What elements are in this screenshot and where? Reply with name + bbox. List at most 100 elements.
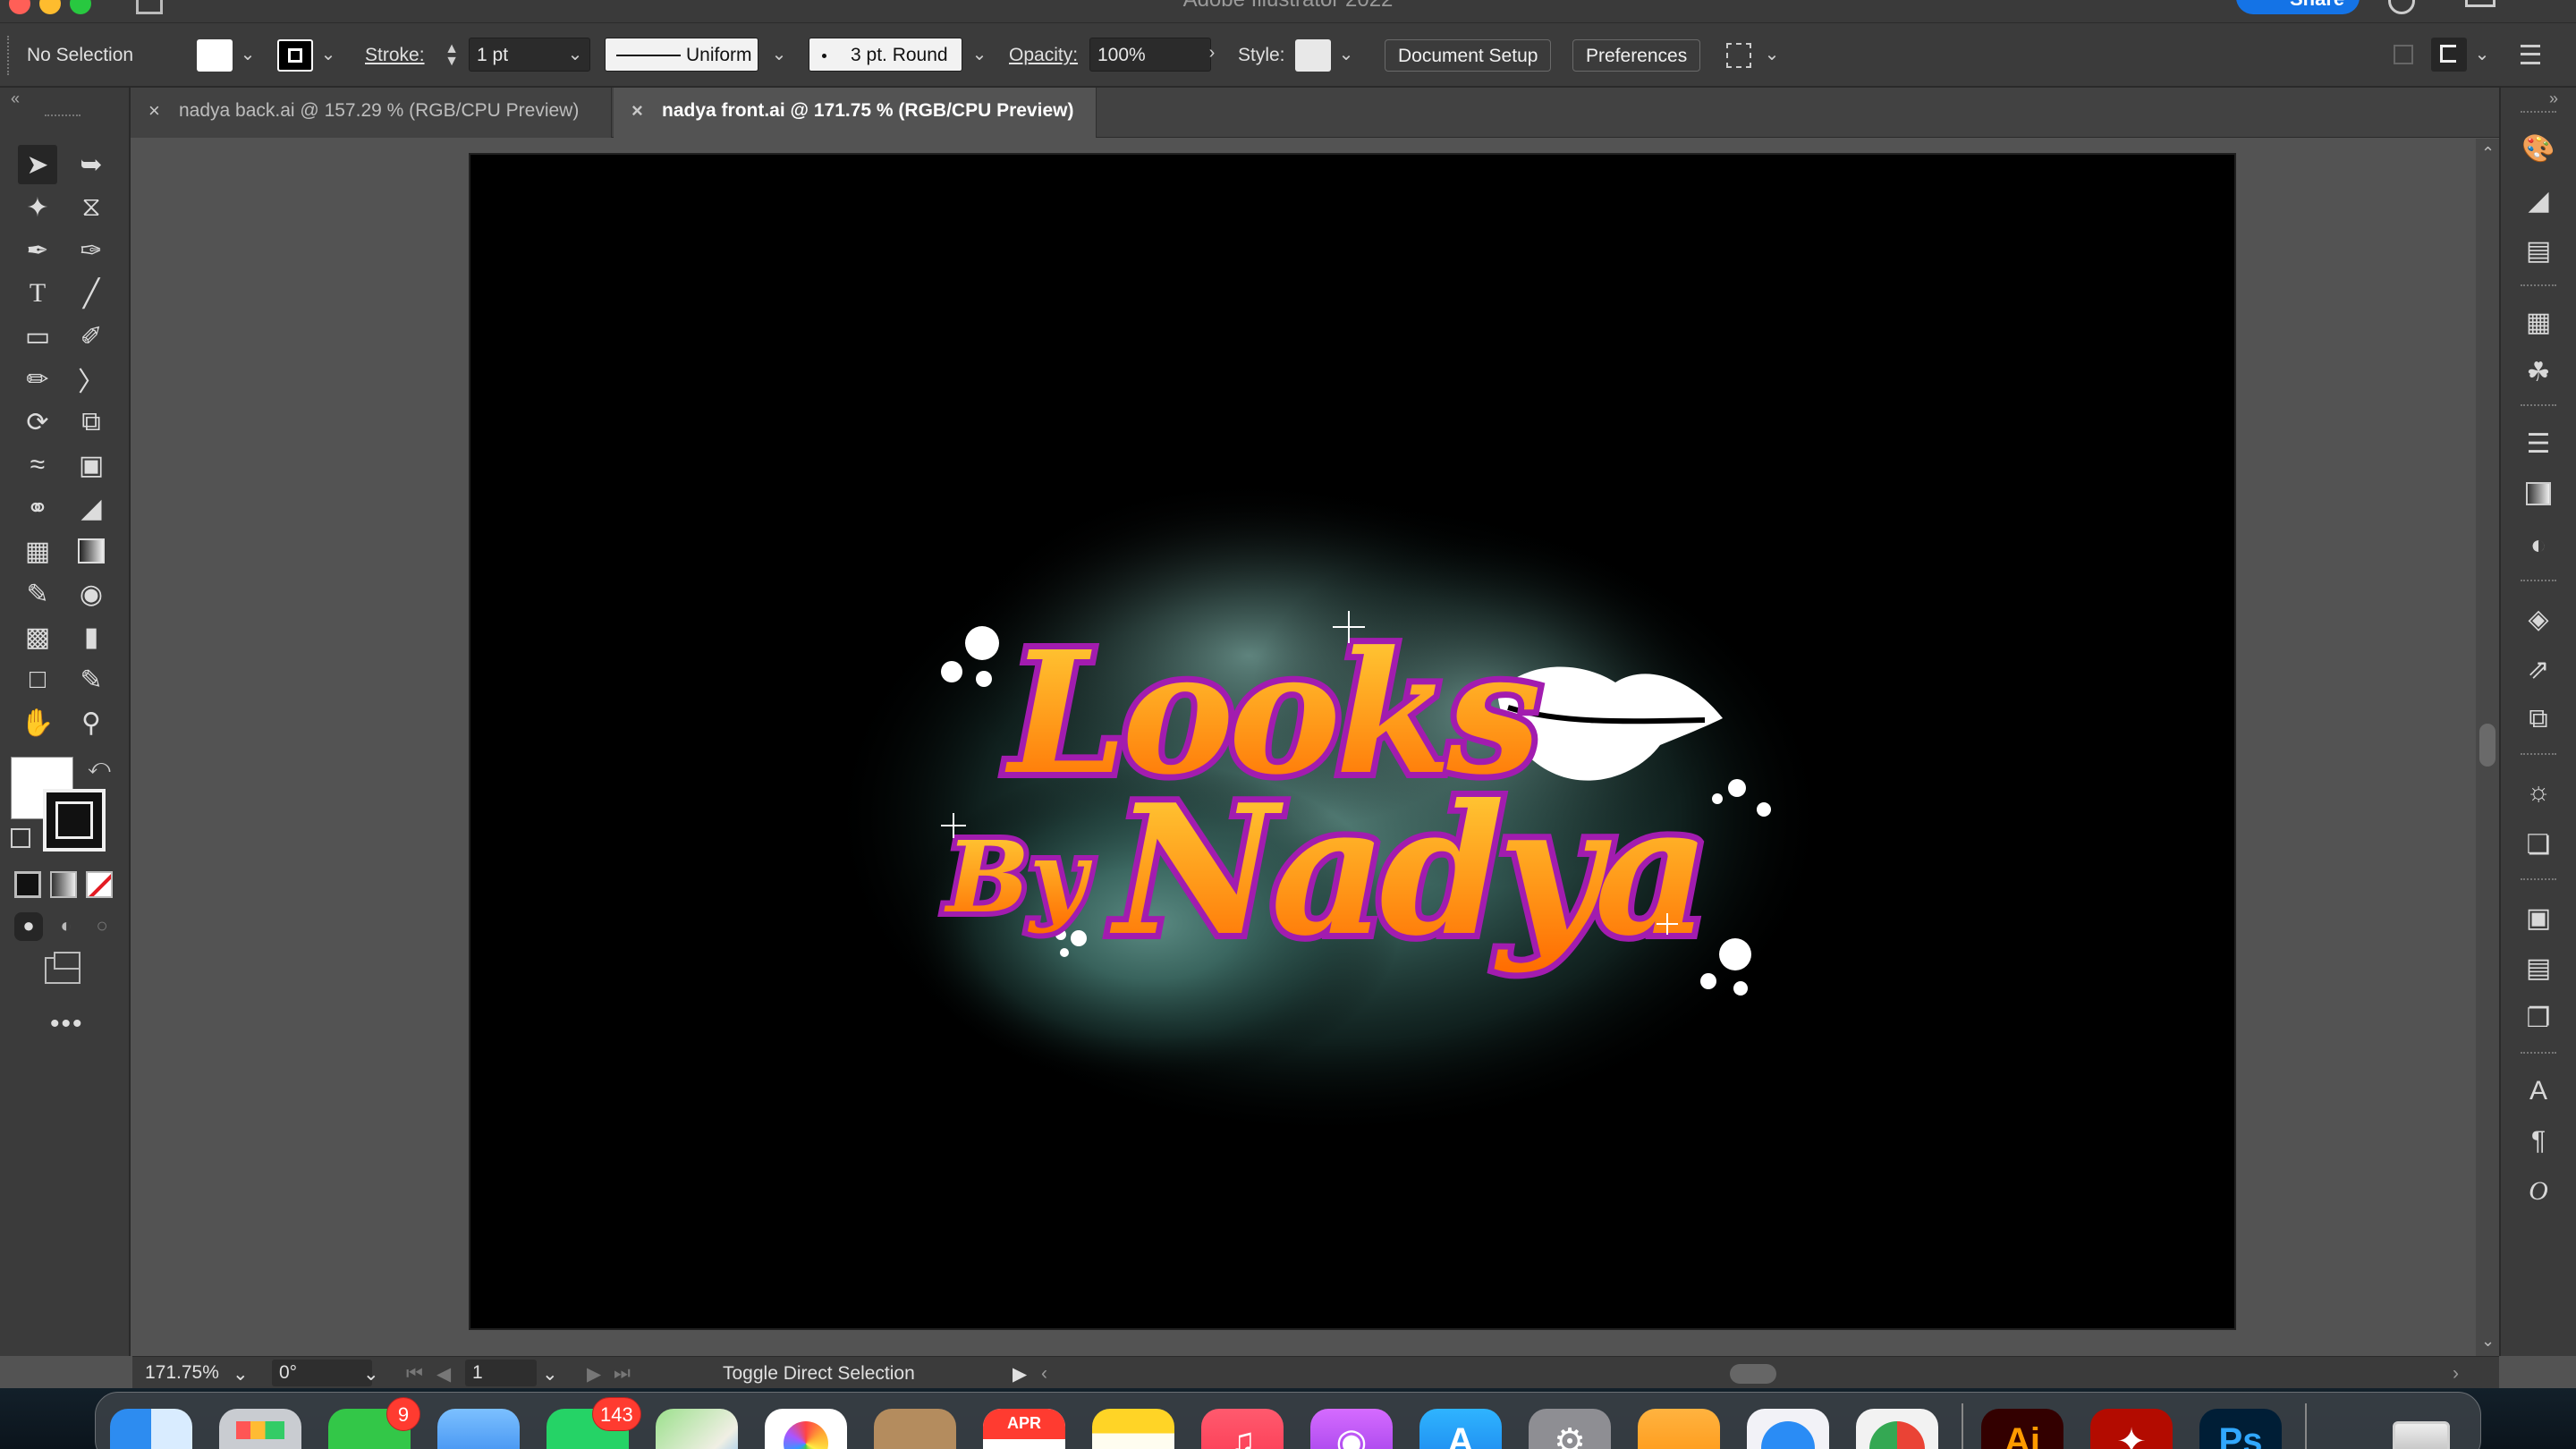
toolbar-grip[interactable] bbox=[45, 114, 80, 118]
calendar-app-icon[interactable]: APR bbox=[983, 1409, 1065, 1449]
color-panel-icon[interactable]: 🎨 bbox=[2519, 129, 2558, 168]
free-transform-tool-icon[interactable]: ▣ bbox=[72, 445, 111, 485]
rotate-tool-icon[interactable]: ⟳ bbox=[18, 402, 57, 442]
character-panel-icon[interactable]: A bbox=[2519, 1072, 2558, 1111]
type-tool-icon[interactable]: T bbox=[18, 274, 57, 313]
system-preferences-icon[interactable]: ⚙ bbox=[1529, 1409, 1611, 1449]
blend-tool-icon[interactable]: ◉ bbox=[72, 574, 111, 614]
panel-grip[interactable] bbox=[2521, 580, 2556, 583]
safari-app-icon[interactable] bbox=[1747, 1409, 1829, 1449]
profile-chevron-down-icon[interactable]: ⌄ bbox=[766, 38, 792, 72]
magic-wand-tool-icon[interactable]: ✦ bbox=[18, 188, 57, 227]
previous-artboard-icon[interactable]: ◀ bbox=[436, 1363, 451, 1385]
draw-inside-icon[interactable]: ○ bbox=[88, 912, 116, 941]
acrobat-app-icon[interactable]: ✦ bbox=[2090, 1409, 2173, 1449]
brushes-panel-icon[interactable]: ☘ bbox=[2519, 352, 2558, 392]
graphic-styles-icon[interactable]: ❏ bbox=[2519, 825, 2558, 864]
arrange-panels-icon[interactable] bbox=[2394, 45, 2413, 64]
app-store-icon[interactable]: A bbox=[1419, 1409, 1502, 1449]
shape-builder-tool-icon[interactable]: ⚭ bbox=[18, 488, 57, 528]
stroke-label[interactable]: Stroke: bbox=[365, 45, 425, 66]
color-mode-icon[interactable] bbox=[14, 871, 41, 898]
transparency-panel-icon[interactable]: ◐ bbox=[2519, 526, 2558, 565]
lasso-tool-icon[interactable]: ⧖ bbox=[72, 188, 111, 227]
curvature-tool-icon[interactable]: ✑ bbox=[72, 231, 111, 270]
transform-panel-icon[interactable]: ▣ bbox=[2519, 898, 2558, 937]
canvas-area[interactable]: Looks By Nadya bbox=[132, 139, 2476, 1358]
selection-tool-icon[interactable]: ➤ bbox=[18, 145, 57, 184]
notes-app-icon[interactable] bbox=[1092, 1409, 1174, 1449]
opentype-panel-icon[interactable]: O bbox=[2519, 1172, 2558, 1211]
perspective-grid-tool-icon[interactable]: ◢ bbox=[72, 488, 111, 528]
style-chevron-down-icon[interactable]: ⌄ bbox=[1333, 38, 1360, 72]
panel-grip[interactable] bbox=[2521, 284, 2556, 288]
gradient-tool-icon[interactable] bbox=[72, 531, 111, 571]
zoom-tool-icon[interactable]: ⚲ bbox=[72, 703, 111, 742]
stroke-weight-stepper-icon[interactable]: ▲ ▼ bbox=[438, 38, 465, 72]
none-mode-icon[interactable] bbox=[86, 871, 113, 898]
pathfinder-panel-icon[interactable]: ❐ bbox=[2519, 998, 2558, 1038]
align-panel-icon[interactable]: ▤ bbox=[2519, 948, 2558, 987]
horizontal-scroll-thumb[interactable] bbox=[1730, 1364, 1776, 1384]
stroke-weight-chevron-down-icon[interactable]: ⌄ bbox=[562, 38, 589, 72]
share-button[interactable]: Share bbox=[2236, 0, 2360, 14]
slice-tool-icon[interactable]: ✎ bbox=[72, 660, 111, 699]
finder-app-icon[interactable] bbox=[110, 1409, 192, 1449]
tab-nadya-back[interactable]: × nadya back.ai @ 157.29 % (RGB/CPU Prev… bbox=[131, 88, 612, 138]
first-artboard-icon[interactable]: ⏮ bbox=[406, 1363, 423, 1385]
stroke-panel-icon[interactable]: ☰ bbox=[2519, 424, 2558, 463]
panel-collapse-icon[interactable]: » bbox=[2549, 89, 2558, 108]
opacity-label[interactable]: Opacity: bbox=[1009, 45, 1078, 66]
zoom-level-input[interactable]: 171.75% bbox=[138, 1360, 236, 1386]
illustrator-app-icon[interactable]: Ai bbox=[1981, 1409, 2063, 1449]
default-fill-stroke-icon[interactable] bbox=[11, 828, 30, 848]
width-tool-icon[interactable]: ≈ bbox=[18, 445, 57, 485]
close-icon[interactable]: × bbox=[148, 99, 160, 123]
contacts-app-icon[interactable] bbox=[874, 1409, 956, 1449]
close-icon[interactable]: × bbox=[631, 99, 643, 123]
photos-app-icon[interactable] bbox=[765, 1409, 847, 1449]
scroll-thumb[interactable] bbox=[2479, 724, 2496, 767]
fill-chevron-down-icon[interactable]: ⌄ bbox=[234, 38, 261, 72]
shaper-tool-icon[interactable]: ✏ bbox=[18, 360, 57, 399]
pages-app-icon[interactable] bbox=[1638, 1409, 1720, 1449]
artboard[interactable]: Looks By Nadya bbox=[469, 153, 2236, 1330]
scale-tool-icon[interactable]: ⧉ bbox=[72, 402, 111, 442]
hand-tool-icon[interactable]: ✋ bbox=[18, 703, 57, 742]
scroll-down-icon[interactable]: ⌄ bbox=[2481, 1332, 2495, 1351]
rotation-chevron-down-icon[interactable]: ⌄ bbox=[363, 1363, 379, 1385]
zoom-chevron-down-icon[interactable]: ⌄ bbox=[233, 1363, 249, 1385]
paintbrush-tool-icon[interactable]: ✐ bbox=[72, 317, 111, 356]
brush-definition-select[interactable]: 3 pt. Round bbox=[809, 38, 962, 72]
align-to-selection-icon[interactable] bbox=[1726, 43, 1751, 68]
artboard-chevron-down-icon[interactable]: ⌄ bbox=[542, 1363, 558, 1385]
preferences-button[interactable]: Preferences bbox=[1572, 39, 1701, 72]
align-chevron-down-icon[interactable]: ⌄ bbox=[1758, 38, 1785, 72]
maps-app-icon[interactable] bbox=[656, 1409, 738, 1449]
mesh-tool-icon[interactable]: ▦ bbox=[18, 531, 57, 571]
panel-grip[interactable] bbox=[2521, 878, 2556, 882]
layers-panel-icon[interactable]: ◈ bbox=[2519, 599, 2558, 639]
panel-grip[interactable] bbox=[2521, 111, 2556, 114]
column-graph-tool-icon[interactable]: ▮ bbox=[72, 617, 111, 657]
mail-app-icon[interactable] bbox=[437, 1409, 520, 1449]
brush-chevron-down-icon[interactable]: ⌄ bbox=[966, 38, 993, 72]
edit-toolbar-icon[interactable]: ••• bbox=[50, 1009, 84, 1039]
music-app-icon[interactable]: ♫ bbox=[1201, 1409, 1284, 1449]
stroke-chevron-down-icon[interactable]: ⌄ bbox=[315, 38, 342, 72]
panel-grip[interactable] bbox=[2521, 404, 2556, 408]
fill-swatch[interactable] bbox=[197, 39, 233, 72]
color-guide-icon[interactable]: ◢ bbox=[2519, 181, 2558, 220]
document-setup-button[interactable]: Document Setup bbox=[1385, 39, 1552, 72]
toolbar-collapse-icon[interactable]: « bbox=[11, 89, 20, 108]
artboards-panel-icon[interactable]: ⧉ bbox=[2519, 699, 2558, 739]
panel-grip[interactable] bbox=[2521, 1052, 2556, 1055]
hscroll-left-icon[interactable]: ‹ bbox=[1041, 1363, 1047, 1385]
properties-chevron-down-icon[interactable]: ⌄ bbox=[2469, 38, 2496, 72]
opacity-chevron-right-icon[interactable]: › bbox=[1199, 38, 1225, 72]
paragraph-panel-icon[interactable]: ¶ bbox=[2519, 1122, 2558, 1161]
export-panel-icon[interactable]: ⇗ bbox=[2519, 649, 2558, 689]
trash-icon[interactable] bbox=[2380, 1409, 2462, 1449]
scroll-up-icon[interactable]: ⌃ bbox=[2481, 144, 2495, 163]
pen-tool-icon[interactable]: ✒ bbox=[18, 231, 57, 270]
